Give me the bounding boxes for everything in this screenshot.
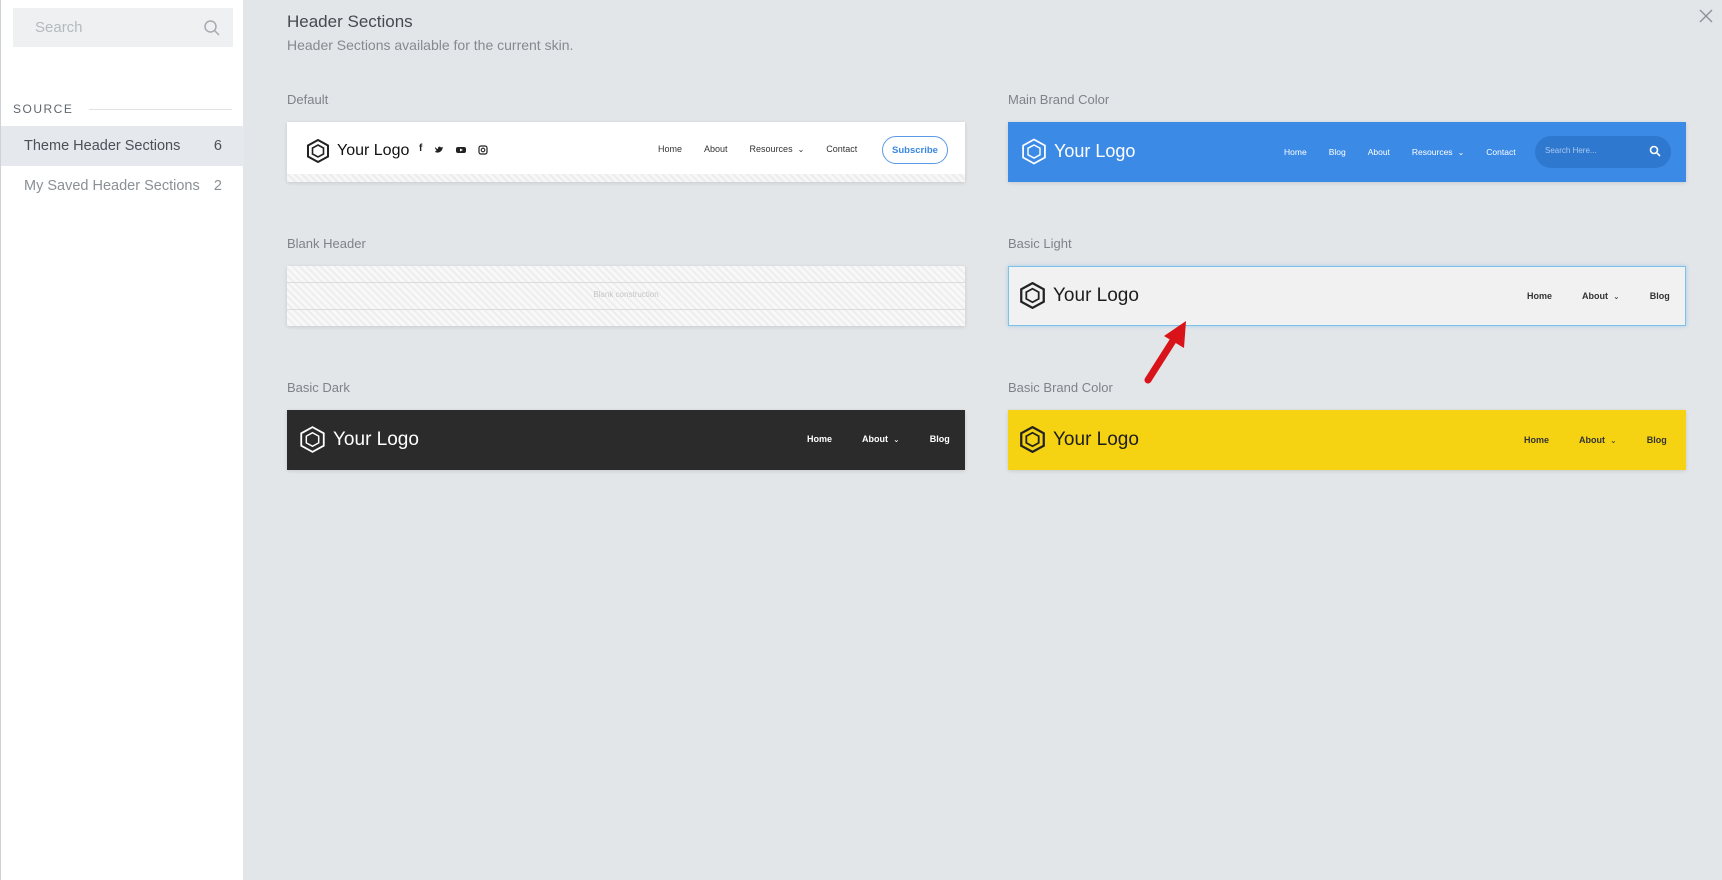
nav-item-home[interactable]: Home <box>1524 435 1549 445</box>
search-icon[interactable] <box>1649 145 1661 157</box>
nav-item-home[interactable]: Home <box>658 144 682 154</box>
card-label-basic-brand: Basic Brand Color <box>1008 380 1113 395</box>
hexagon-logo-icon <box>307 139 329 163</box>
logo: Your Logo <box>307 139 409 163</box>
card-label-basic-dark: Basic Dark <box>287 380 350 395</box>
nav-item-contact[interactable]: Contact <box>826 144 857 154</box>
hexagon-logo-icon <box>1022 138 1046 165</box>
pattern-stripe <box>287 174 965 182</box>
nav-item-resources[interactable]: Resources <box>750 144 793 154</box>
nav-item-blog[interactable]: Blog <box>1650 291 1670 301</box>
hexagon-logo-icon <box>300 426 325 453</box>
chevron-down-icon: ⌄ <box>797 144 805 154</box>
search-icon[interactable] <box>203 19 221 37</box>
card-label-main-brand: Main Brand Color <box>1008 92 1110 107</box>
card-label-blank: Blank Header <box>287 236 366 251</box>
logo: Your Logo <box>300 426 419 453</box>
sidebar-item-count: 6 <box>213 138 222 154</box>
search-input[interactable]: Search <box>13 8 233 47</box>
hexagon-logo-icon <box>1020 282 1045 309</box>
divider <box>287 282 965 283</box>
logo-text: Your Logo <box>1054 141 1136 161</box>
nav-item-blog[interactable]: Blog <box>1329 147 1346 157</box>
page-subtitle: Header Sections available for the curren… <box>287 37 574 53</box>
header-preview-default[interactable]: Your Logo f Home About Resources ⌄ Conta… <box>287 122 965 182</box>
blank-placeholder-text: Blank construction <box>593 290 659 299</box>
sidebar-item-label: My Saved Header Sections <box>24 178 200 194</box>
nav-menu: Home About ⌄ Blog <box>1505 291 1670 301</box>
sidebar-item-my-saved-header-sections[interactable]: My Saved Header Sections 2 <box>1 166 244 206</box>
logo-text: Your Logo <box>1053 428 1139 450</box>
instagram-icon[interactable] <box>478 145 488 155</box>
sidebar-item-count: 2 <box>213 178 222 194</box>
nav-menu: Home About ⌄ Blog <box>1502 435 1667 445</box>
annotation-arrow-icon <box>1144 321 1186 384</box>
nav-item-blog[interactable]: Blog <box>1647 435 1667 445</box>
logo: Your Logo <box>1020 426 1139 453</box>
social-icons: f <box>419 143 488 155</box>
source-divider <box>89 109 232 110</box>
chevron-down-icon: ⌄ <box>1610 435 1617 445</box>
nav-item-about[interactable]: About <box>1579 435 1605 445</box>
sidebar-item-label: Theme Header Sections <box>24 138 181 154</box>
nav-item-blog[interactable]: Blog <box>930 434 950 444</box>
nav-item-resources[interactable]: Resources <box>1412 147 1453 157</box>
header-preview-basic-dark[interactable]: Your Logo Home About ⌄ Blog <box>287 410 965 470</box>
chevron-down-icon: ⌄ <box>1457 147 1465 157</box>
nav-item-home[interactable]: Home <box>807 434 832 444</box>
logo: Your Logo <box>1022 138 1135 165</box>
header-preview-main-brand[interactable]: Your Logo Home Blog About Resources ⌄ Co… <box>1008 122 1686 182</box>
chevron-down-icon: ⌄ <box>893 434 900 444</box>
nav-item-home[interactable]: Home <box>1284 147 1307 157</box>
header-search-placeholder: Search Here... <box>1545 146 1597 155</box>
header-preview-basic-brand[interactable]: Your Logo Home About ⌄ Blog <box>1008 410 1686 470</box>
logo: Your Logo <box>1020 282 1139 309</box>
facebook-icon[interactable]: f <box>419 143 422 155</box>
nav-item-about[interactable]: About <box>1368 147 1390 157</box>
source-label: SOURCE <box>13 102 74 116</box>
card-label-default: Default <box>287 92 329 107</box>
nav-menu: Home Blog About Resources ⌄ Contact <box>1262 147 1516 157</box>
nav-menu: Home About ⌄ Blog <box>785 434 950 444</box>
nav-item-contact[interactable]: Contact <box>1486 147 1515 157</box>
logo-text: Your Logo <box>1053 284 1139 306</box>
sidebar: Search SOURCE Theme Header Sections 6 My… <box>0 0 244 880</box>
nav-item-about[interactable]: About <box>704 144 728 154</box>
nav-item-about[interactable]: About <box>1582 291 1608 301</box>
header-preview-basic-light[interactable]: Your Logo Home About ⌄ Blog <box>1008 266 1686 326</box>
close-icon[interactable] <box>1698 8 1714 24</box>
header-preview-blank[interactable]: Blank construction <box>287 266 965 326</box>
sidebar-item-theme-header-sections[interactable]: Theme Header Sections 6 <box>1 126 244 166</box>
header-search-input[interactable]: Search Here... <box>1535 136 1671 168</box>
twitter-icon[interactable] <box>434 145 444 155</box>
divider <box>287 309 965 310</box>
nav-item-home[interactable]: Home <box>1527 291 1552 301</box>
youtube-icon[interactable] <box>456 145 467 155</box>
page-title: Header Sections <box>287 12 413 31</box>
card-label-basic-light: Basic Light <box>1008 236 1072 251</box>
hexagon-logo-icon <box>1020 426 1045 453</box>
nav-menu: Home About Resources ⌄ Contact <box>636 144 857 154</box>
logo-text: Your Logo <box>333 428 419 450</box>
nav-item-about[interactable]: About <box>862 434 888 444</box>
search-placeholder: Search <box>35 19 83 36</box>
logo-text: Your Logo <box>337 142 410 159</box>
chevron-down-icon: ⌄ <box>1613 291 1620 301</box>
subscribe-button[interactable]: Subscribe <box>882 136 948 164</box>
